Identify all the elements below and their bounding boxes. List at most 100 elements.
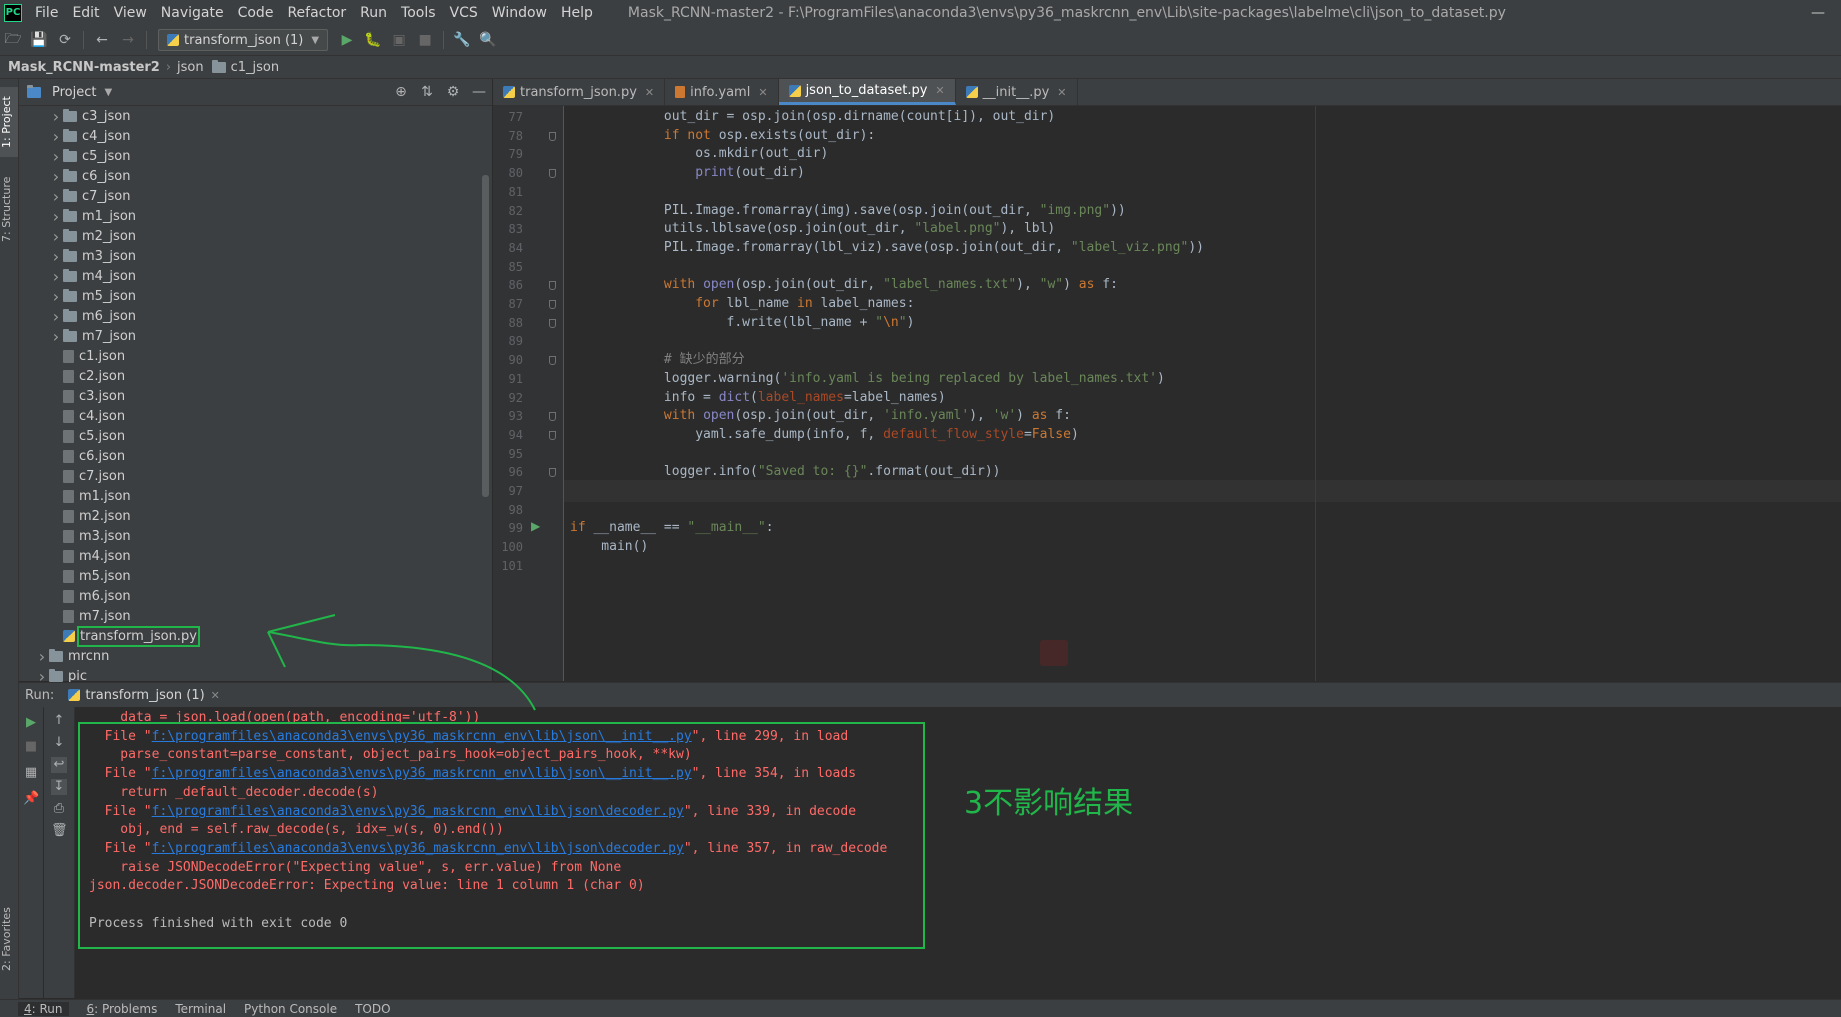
stop-icon[interactable]: ■ (23, 739, 39, 755)
chevron-right-icon[interactable]: › (49, 307, 63, 326)
bottom-tab[interactable]: Python Console (244, 1002, 337, 1016)
chevron-right-icon[interactable]: › (49, 187, 63, 206)
tree-folder[interactable]: › m2_json (19, 226, 492, 246)
bottom-tab[interactable]: 6: Problems (87, 1002, 158, 1016)
fold-marker-icon[interactable] (549, 468, 556, 477)
tree-folder[interactable]: › c3_json (19, 106, 492, 126)
menu-item-run[interactable]: Run (353, 5, 394, 21)
run-gutter-icon[interactable]: ▶ (531, 519, 540, 533)
chevron-down-icon[interactable]: ▼ (104, 87, 112, 98)
menu-item-tools[interactable]: Tools (394, 5, 443, 21)
search-everywhere-icon[interactable] (1040, 640, 1068, 666)
tree-file[interactable]: c4.json (19, 406, 492, 426)
tree-folder[interactable]: › m5_json (19, 286, 492, 306)
minimize-icon[interactable]: — (1795, 5, 1841, 21)
back-arrow-icon[interactable]: ← (91, 29, 113, 51)
tree-folder[interactable]: › m3_json (19, 246, 492, 266)
fold-marker-icon[interactable] (549, 412, 556, 421)
chevron-right-icon[interactable]: › (49, 327, 63, 346)
tree-folder[interactable]: › c4_json (19, 126, 492, 146)
menu-item-window[interactable]: Window (485, 5, 554, 21)
fold-marker-icon[interactable] (549, 169, 556, 178)
close-icon[interactable]: ✕ (211, 689, 220, 702)
layout-icon[interactable]: ▦ (23, 765, 39, 781)
search-icon[interactable]: 🔍 (477, 29, 499, 51)
bottom-tab[interactable]: Terminal (175, 1002, 226, 1016)
menu-item-file[interactable]: File (28, 5, 65, 21)
tree-file[interactable]: m6.json (19, 586, 492, 606)
collapse-all-icon[interactable]: ⇅ (416, 81, 438, 103)
breadcrumb-folder-json[interactable]: json (171, 60, 210, 75)
menu-item-code[interactable]: Code (231, 5, 281, 21)
wrench-icon[interactable]: 🔧 (451, 29, 473, 51)
breadcrumb-folder-c1-json[interactable]: c1_json (231, 60, 286, 75)
breadcrumb-project[interactable]: Mask_RCNN-master2 (0, 60, 166, 75)
tree-folder[interactable]: › c6_json (19, 166, 492, 186)
locate-file-icon[interactable]: ⊕ (390, 81, 412, 103)
fold-marker-icon[interactable] (549, 300, 556, 309)
run-icon[interactable]: ▶ (336, 29, 358, 51)
tree-file[interactable]: m1.json (19, 486, 492, 506)
chevron-right-icon[interactable]: › (49, 107, 63, 126)
menu-item-vcs[interactable]: VCS (443, 5, 485, 21)
forward-arrow-icon[interactable]: → (117, 29, 139, 51)
sync-icon[interactable]: ⟳ (54, 29, 76, 51)
close-icon[interactable]: ✕ (645, 86, 654, 99)
tree-file[interactable]: m3.json (19, 526, 492, 546)
pin-icon[interactable]: 📌 (23, 791, 39, 807)
tree-folder[interactable]: › m7_json (19, 326, 492, 346)
close-icon[interactable]: ✕ (1057, 86, 1066, 99)
chevron-right-icon[interactable]: › (49, 287, 63, 306)
fold-marker-icon[interactable] (549, 319, 556, 328)
project-tool-tab[interactable]: 1: Project (0, 87, 18, 157)
tree-file[interactable]: m5.json (19, 566, 492, 586)
tree-file[interactable]: c2.json (19, 366, 492, 386)
editor-tab[interactable]: transform_json.py ✕ (493, 79, 666, 105)
run-tab[interactable]: transform_json (1) ✕ (68, 688, 220, 703)
menu-item-help[interactable]: Help (554, 5, 600, 21)
trash-icon[interactable]: 🗑 (51, 823, 68, 839)
menu-item-edit[interactable]: Edit (65, 5, 106, 21)
chevron-right-icon[interactable]: › (49, 207, 63, 226)
menu-item-view[interactable]: View (107, 5, 154, 21)
debug-icon[interactable]: 🐛 (362, 29, 384, 51)
chevron-right-icon[interactable]: › (35, 647, 49, 666)
fold-marker-icon[interactable] (549, 132, 556, 141)
editor-tab[interactable]: json_to_dataset.py ✕ (778, 79, 956, 105)
bottom-tab[interactable]: 4: Run (18, 1001, 69, 1016)
soft-wrap-icon[interactable]: ↩ (51, 757, 67, 773)
tree-file[interactable]: c7.json (19, 466, 492, 486)
hide-panel-icon[interactable]: — (468, 81, 490, 103)
menu-item-navigate[interactable]: Navigate (154, 5, 231, 21)
scroll-down-icon[interactable]: ↓ (51, 735, 67, 751)
run-configuration-select[interactable]: transform_json (1) ▼ (158, 29, 329, 51)
tree-file[interactable]: c5.json (19, 426, 492, 446)
tree-file[interactable]: m2.json (19, 506, 492, 526)
code-area[interactable]: out_dir = osp.join(osp.dirname(count[i])… (564, 106, 1841, 681)
tree-folder[interactable]: › c5_json (19, 146, 492, 166)
close-icon[interactable]: ✕ (758, 86, 767, 99)
chevron-right-icon[interactable]: › (49, 247, 63, 266)
tree-file[interactable]: c6.json (19, 446, 492, 466)
editor-tab[interactable]: __init__.py ✕ (956, 79, 1078, 105)
tree-file[interactable]: c1.json (19, 346, 492, 366)
save-icon[interactable]: 💾 (28, 29, 50, 51)
fold-marker-icon[interactable] (549, 281, 556, 290)
chevron-right-icon[interactable]: › (49, 167, 63, 186)
project-panel-title[interactable]: Project (52, 85, 96, 100)
code-editor[interactable]: 77 78 79 80 81 82 83 84 85 86 87 88 89 90 91 92 93 94 95 96… (493, 106, 1841, 681)
chevron-right-icon[interactable]: › (49, 267, 63, 286)
fold-marker-icon[interactable] (549, 356, 556, 365)
fold-marker-icon[interactable] (549, 431, 556, 440)
tree-file[interactable]: m4.json (19, 546, 492, 566)
print-icon[interactable]: ⎙ (51, 801, 67, 817)
chevron-right-icon[interactable]: › (49, 127, 63, 146)
menu-item-refactor[interactable]: Refactor (280, 5, 353, 21)
tree-folder[interactable]: › m1_json (19, 206, 492, 226)
chevron-right-icon[interactable]: › (49, 227, 63, 246)
open-folder-icon[interactable]: 🗁 (2, 29, 24, 51)
project-scrollbar[interactable] (482, 175, 489, 497)
scroll-up-icon[interactable]: ↑ (51, 713, 67, 729)
bottom-tab[interactable]: TODO (355, 1002, 390, 1016)
tree-folder[interactable]: › m6_json (19, 306, 492, 326)
